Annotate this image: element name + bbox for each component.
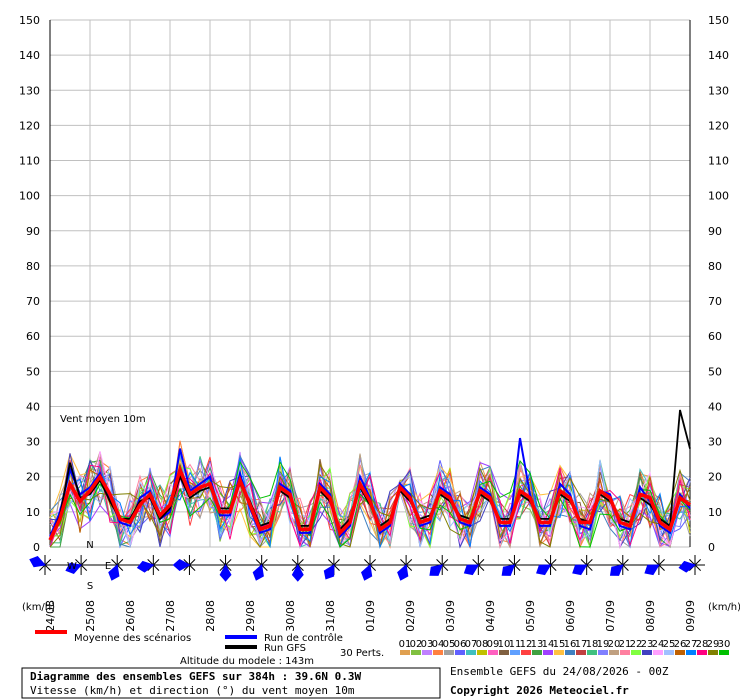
- y-tick-label-left: 60: [26, 330, 40, 343]
- y-tick-label-left: 140: [19, 49, 40, 62]
- member-swatch: [642, 650, 652, 655]
- x-tick-label: 30/08: [284, 600, 297, 632]
- y-tick-label-right: 70: [708, 295, 722, 308]
- y-tick-label-right: 110: [708, 155, 729, 168]
- member-swatch: [510, 650, 520, 655]
- y-unit-left: (km/h): [22, 602, 55, 613]
- y-tick-label-left: 40: [26, 400, 40, 413]
- y-tick-label-left: 50: [26, 365, 40, 378]
- member-swatch: [708, 650, 718, 655]
- annotation-label: Vent moyen 10m: [60, 414, 146, 425]
- y-tick-label-left: 110: [19, 155, 40, 168]
- y-tick-label-left: 30: [26, 436, 40, 449]
- member-swatch: [576, 650, 586, 655]
- member-swatch: [477, 650, 487, 655]
- member-label: 30: [718, 639, 731, 650]
- x-tick-label: 09/09: [684, 600, 697, 632]
- y-tick-label-right: 20: [708, 471, 722, 484]
- y-tick-label-right: 50: [708, 365, 722, 378]
- run-info: Ensemble GEFS du 24/08/2026 - 00Z: [450, 665, 669, 678]
- x-tick-label: 03/09: [444, 600, 457, 632]
- x-tick-label: 01/09: [364, 600, 377, 632]
- chart-title: Diagramme des ensembles GEFS sur 384h : …: [30, 670, 362, 683]
- y-tick-label-right: 130: [708, 84, 729, 97]
- y-tick-label-left: 120: [19, 119, 40, 132]
- x-tick-label: 27/08: [164, 600, 177, 632]
- y-tick-label-left: 10: [26, 506, 40, 519]
- x-tick-label: 31/08: [324, 600, 337, 632]
- legend-gfs-label: Run GFS: [264, 643, 306, 654]
- y-tick-label-right: 0: [708, 541, 715, 554]
- member-swatch: [499, 650, 509, 655]
- member-swatch: [455, 650, 465, 655]
- compass-letter-s: S: [87, 581, 93, 592]
- compass-letter-w: W: [67, 561, 77, 572]
- y-tick-label-left: 80: [26, 260, 40, 273]
- x-tick-label: 25/08: [84, 600, 97, 632]
- member-swatch: [675, 650, 685, 655]
- member-swatch: [532, 650, 542, 655]
- member-swatch: [609, 650, 619, 655]
- y-tick-label-right: 90: [708, 225, 722, 238]
- y-tick-label-right: 80: [708, 260, 722, 273]
- member-swatch: [554, 650, 564, 655]
- x-tick-label: 26/08: [124, 600, 137, 632]
- y-tick-label-left: 150: [19, 14, 40, 27]
- y-tick-label-left: 90: [26, 225, 40, 238]
- member-swatch: [631, 650, 641, 655]
- y-tick-label-left: 130: [19, 84, 40, 97]
- y-tick-label-right: 140: [708, 49, 729, 62]
- y-unit-right: (km/h): [708, 602, 740, 613]
- member-swatch: [664, 650, 674, 655]
- member-swatch: [466, 650, 476, 655]
- member-swatch: [433, 650, 443, 655]
- member-swatch: [587, 650, 597, 655]
- y-tick-label-right: 100: [708, 190, 729, 203]
- x-tick-label: 04/09: [484, 600, 497, 632]
- y-tick-label-right: 40: [708, 400, 722, 413]
- y-tick-label-right: 150: [708, 14, 729, 27]
- x-tick-label: 29/08: [244, 600, 257, 632]
- y-tick-label-left: 0: [33, 541, 40, 554]
- x-tick-label: 05/09: [524, 600, 537, 632]
- member-swatch: [565, 650, 575, 655]
- y-tick-label-right: 10: [708, 506, 722, 519]
- x-tick-label: 06/09: [564, 600, 577, 632]
- member-swatch: [719, 650, 729, 655]
- gefs-ensemble-chart: 0102030405060708090100110120130140150 01…: [0, 0, 740, 700]
- member-swatch: [521, 650, 531, 655]
- legend-perts-label: 30 Perts.: [340, 648, 384, 659]
- y-tick-label-left: 100: [19, 190, 40, 203]
- member-swatch: [653, 650, 663, 655]
- member-swatch: [444, 650, 454, 655]
- y-tick-label-right: 60: [708, 330, 722, 343]
- x-tick-label: 07/09: [604, 600, 617, 632]
- member-swatch: [620, 650, 630, 655]
- x-tick-label: 02/09: [404, 600, 417, 632]
- member-swatch: [598, 650, 608, 655]
- member-swatch: [686, 650, 696, 655]
- copyright: Copyright 2026 Meteociel.fr: [450, 684, 629, 697]
- member-swatch: [422, 650, 432, 655]
- compass-letter-e: E: [105, 561, 111, 572]
- altitude-label: Altitude du modele : 143m: [180, 656, 314, 667]
- y-tick-label-right: 120: [708, 119, 729, 132]
- x-tick-label: 28/08: [204, 600, 217, 632]
- legend-mean-label: Moyenne des scénarios: [74, 632, 191, 644]
- y-tick-label-left: 20: [26, 471, 40, 484]
- y-tick-label-left: 70: [26, 295, 40, 308]
- member-swatch: [543, 650, 553, 655]
- chart-subtitle: Vitesse (km/h) et direction (°) du vent …: [30, 684, 355, 697]
- y-tick-label-right: 30: [708, 436, 722, 449]
- member-swatch: [697, 650, 707, 655]
- compass-letter-n: N: [86, 540, 93, 551]
- member-swatch: [400, 650, 410, 655]
- x-tick-label: 08/09: [644, 600, 657, 632]
- member-swatch: [411, 650, 421, 655]
- member-swatch: [488, 650, 498, 655]
